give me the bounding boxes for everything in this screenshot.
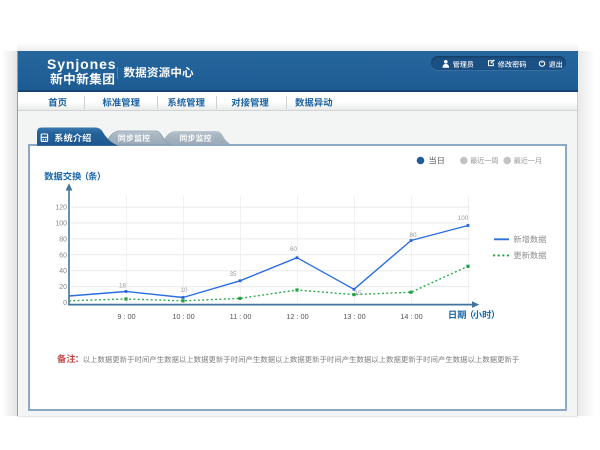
svg-text:14 : 00: 14 : 00 — [400, 312, 422, 321]
svg-text:12 : 00: 12 : 00 — [286, 312, 308, 321]
svg-text:11 : 00: 11 : 00 — [230, 312, 252, 321]
svg-text:20: 20 — [59, 284, 67, 291]
svg-text:10: 10 — [180, 287, 188, 294]
svg-text:100: 100 — [55, 221, 67, 228]
svg-text:100: 100 — [458, 215, 469, 222]
svg-text:60: 60 — [290, 246, 298, 253]
svg-text:60: 60 — [59, 252, 67, 259]
svg-text:80: 80 — [409, 232, 417, 239]
svg-text:15: 15 — [354, 290, 362, 297]
svg-text:35: 35 — [229, 271, 237, 278]
svg-text:40: 40 — [59, 268, 67, 275]
svg-text:80: 80 — [59, 236, 67, 243]
svg-text:9 : 00: 9 : 00 — [117, 312, 135, 321]
svg-text:0: 0 — [63, 300, 67, 307]
svg-text:120: 120 — [55, 205, 67, 212]
svg-text:18: 18 — [119, 282, 127, 289]
svg-text:10 : 00: 10 : 00 — [172, 312, 194, 321]
svg-text:13 : 00: 13 : 00 — [343, 312, 365, 321]
